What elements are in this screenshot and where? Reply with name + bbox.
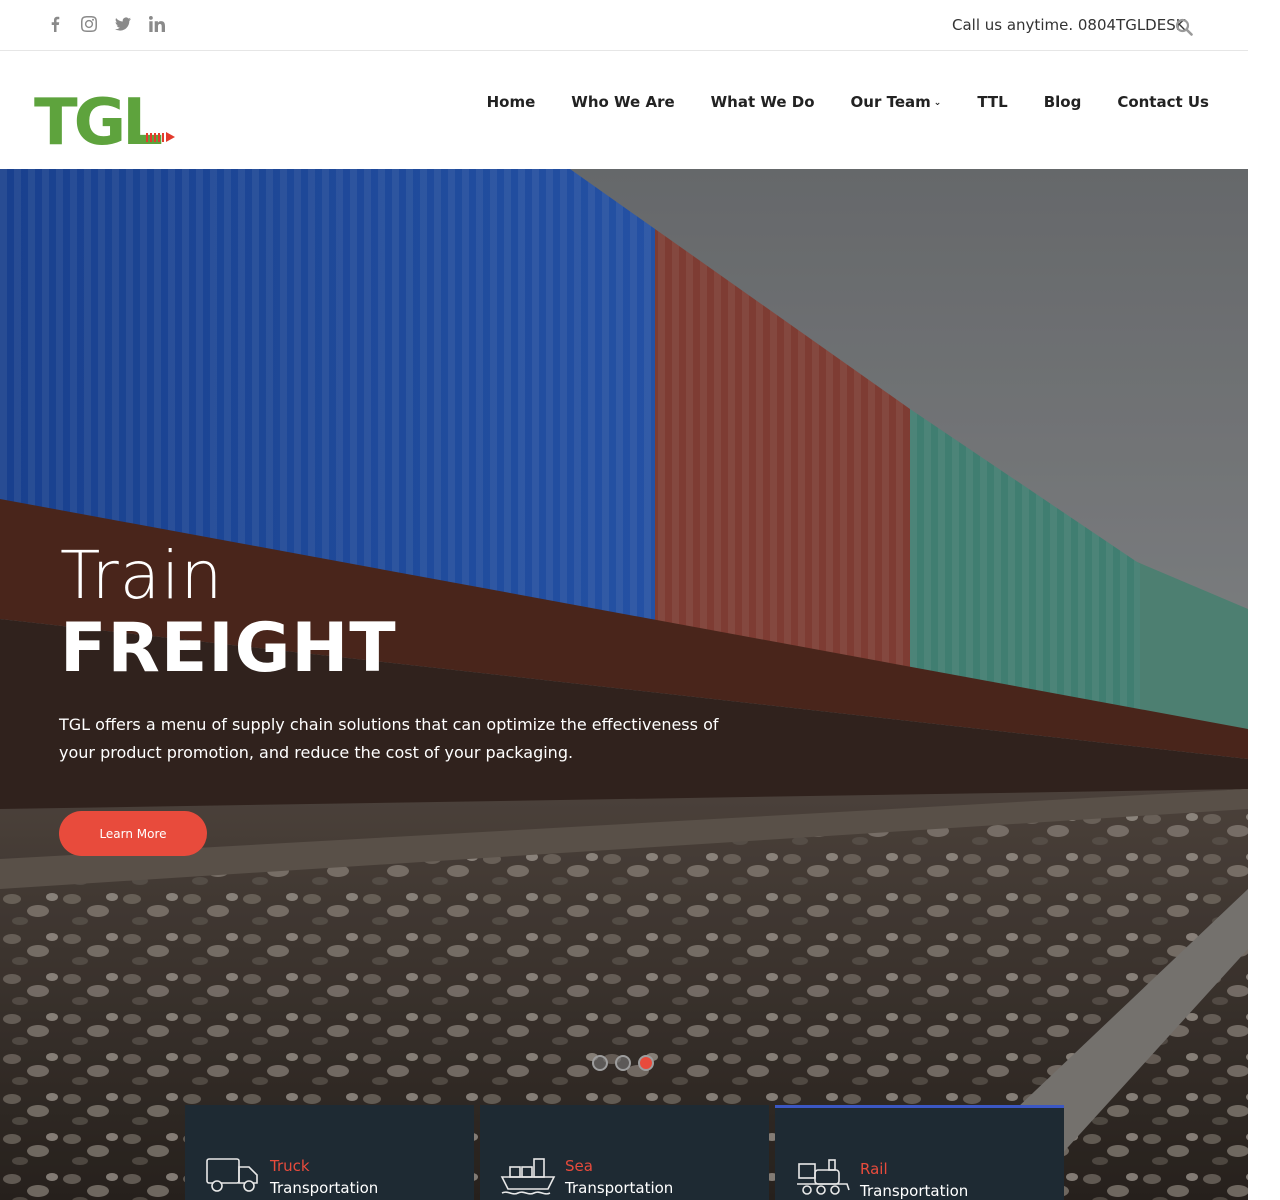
slider-dot-1[interactable] bbox=[592, 1055, 608, 1071]
hero-title-light: Train bbox=[60, 537, 224, 614]
nav-what-we-do-label: What We Do bbox=[710, 93, 815, 111]
top-bar: Call us anytime. 0804TGLDESK bbox=[0, 0, 1248, 51]
nav-contact-us-label: Contact Us bbox=[1117, 93, 1209, 111]
ship-icon bbox=[500, 1158, 556, 1195]
hero-slider: Train FREIGHT TGL offers a menu of suppl… bbox=[0, 169, 1248, 1200]
twitter-icon[interactable] bbox=[113, 14, 133, 34]
nav-ttl-label: TTL bbox=[977, 93, 1008, 111]
service-card-truck[interactable]: Truck Transportation bbox=[185, 1105, 474, 1200]
truck-icon bbox=[206, 1158, 258, 1192]
nav-who-we-are-label: Who We Are bbox=[571, 93, 675, 111]
facebook-icon[interactable] bbox=[45, 14, 65, 34]
nav-who-we-are[interactable]: Who We Are bbox=[571, 93, 674, 111]
chevron-down-icon: ⌄ bbox=[933, 98, 942, 108]
service-accent: Sea bbox=[565, 1157, 593, 1175]
nav-blog-label: Blog bbox=[1043, 93, 1082, 111]
logo-arrow-mark bbox=[146, 132, 175, 142]
slider-dot-3[interactable] bbox=[638, 1055, 654, 1071]
service-label: Transportation bbox=[860, 1182, 969, 1200]
service-accent: Rail bbox=[860, 1160, 888, 1178]
main-nav: Home Who We Are What We Do Our Team ⌄ TTL… bbox=[487, 93, 1209, 111]
hero-title-bold: FREIGHT bbox=[60, 609, 397, 688]
logo-text: TGL bbox=[34, 86, 163, 160]
nav-home[interactable]: Home bbox=[487, 93, 536, 111]
service-accent: Truck bbox=[270, 1157, 310, 1175]
slider-pagination bbox=[592, 1055, 654, 1071]
service-label: Transportation bbox=[565, 1179, 674, 1197]
learn-more-button[interactable]: Learn More bbox=[59, 811, 207, 856]
linkedin-icon[interactable] bbox=[147, 14, 167, 34]
train-icon bbox=[797, 1159, 850, 1195]
instagram-icon[interactable] bbox=[79, 14, 99, 34]
service-card-rail[interactable]: Rail Transportation bbox=[775, 1105, 1064, 1200]
hero-description: TGL offers a menu of supply chain soluti… bbox=[59, 715, 719, 762]
nav-home-label: Home bbox=[486, 93, 536, 111]
call-us-text: Call us anytime. 0804TGLDESK bbox=[952, 16, 1186, 34]
slider-dot-2[interactable] bbox=[615, 1055, 631, 1071]
search-icon[interactable] bbox=[1175, 18, 1193, 36]
nav-blog[interactable]: Blog bbox=[1044, 93, 1082, 111]
main-header: TGL Home Who We Are What We Do Our Team ⌄… bbox=[0, 51, 1248, 169]
nav-contact-us[interactable]: Contact Us bbox=[1117, 93, 1209, 111]
service-card-sea[interactable]: Sea Transportation bbox=[480, 1105, 769, 1200]
logo[interactable]: TGL bbox=[34, 86, 184, 160]
nav-our-team[interactable]: Our Team ⌄ bbox=[851, 93, 942, 111]
nav-what-we-do[interactable]: What We Do bbox=[711, 93, 815, 111]
nav-ttl[interactable]: TTL bbox=[977, 93, 1007, 111]
nav-our-team-label: Our Team bbox=[850, 93, 931, 111]
social-links bbox=[45, 14, 167, 34]
service-label: Transportation bbox=[270, 1179, 379, 1197]
